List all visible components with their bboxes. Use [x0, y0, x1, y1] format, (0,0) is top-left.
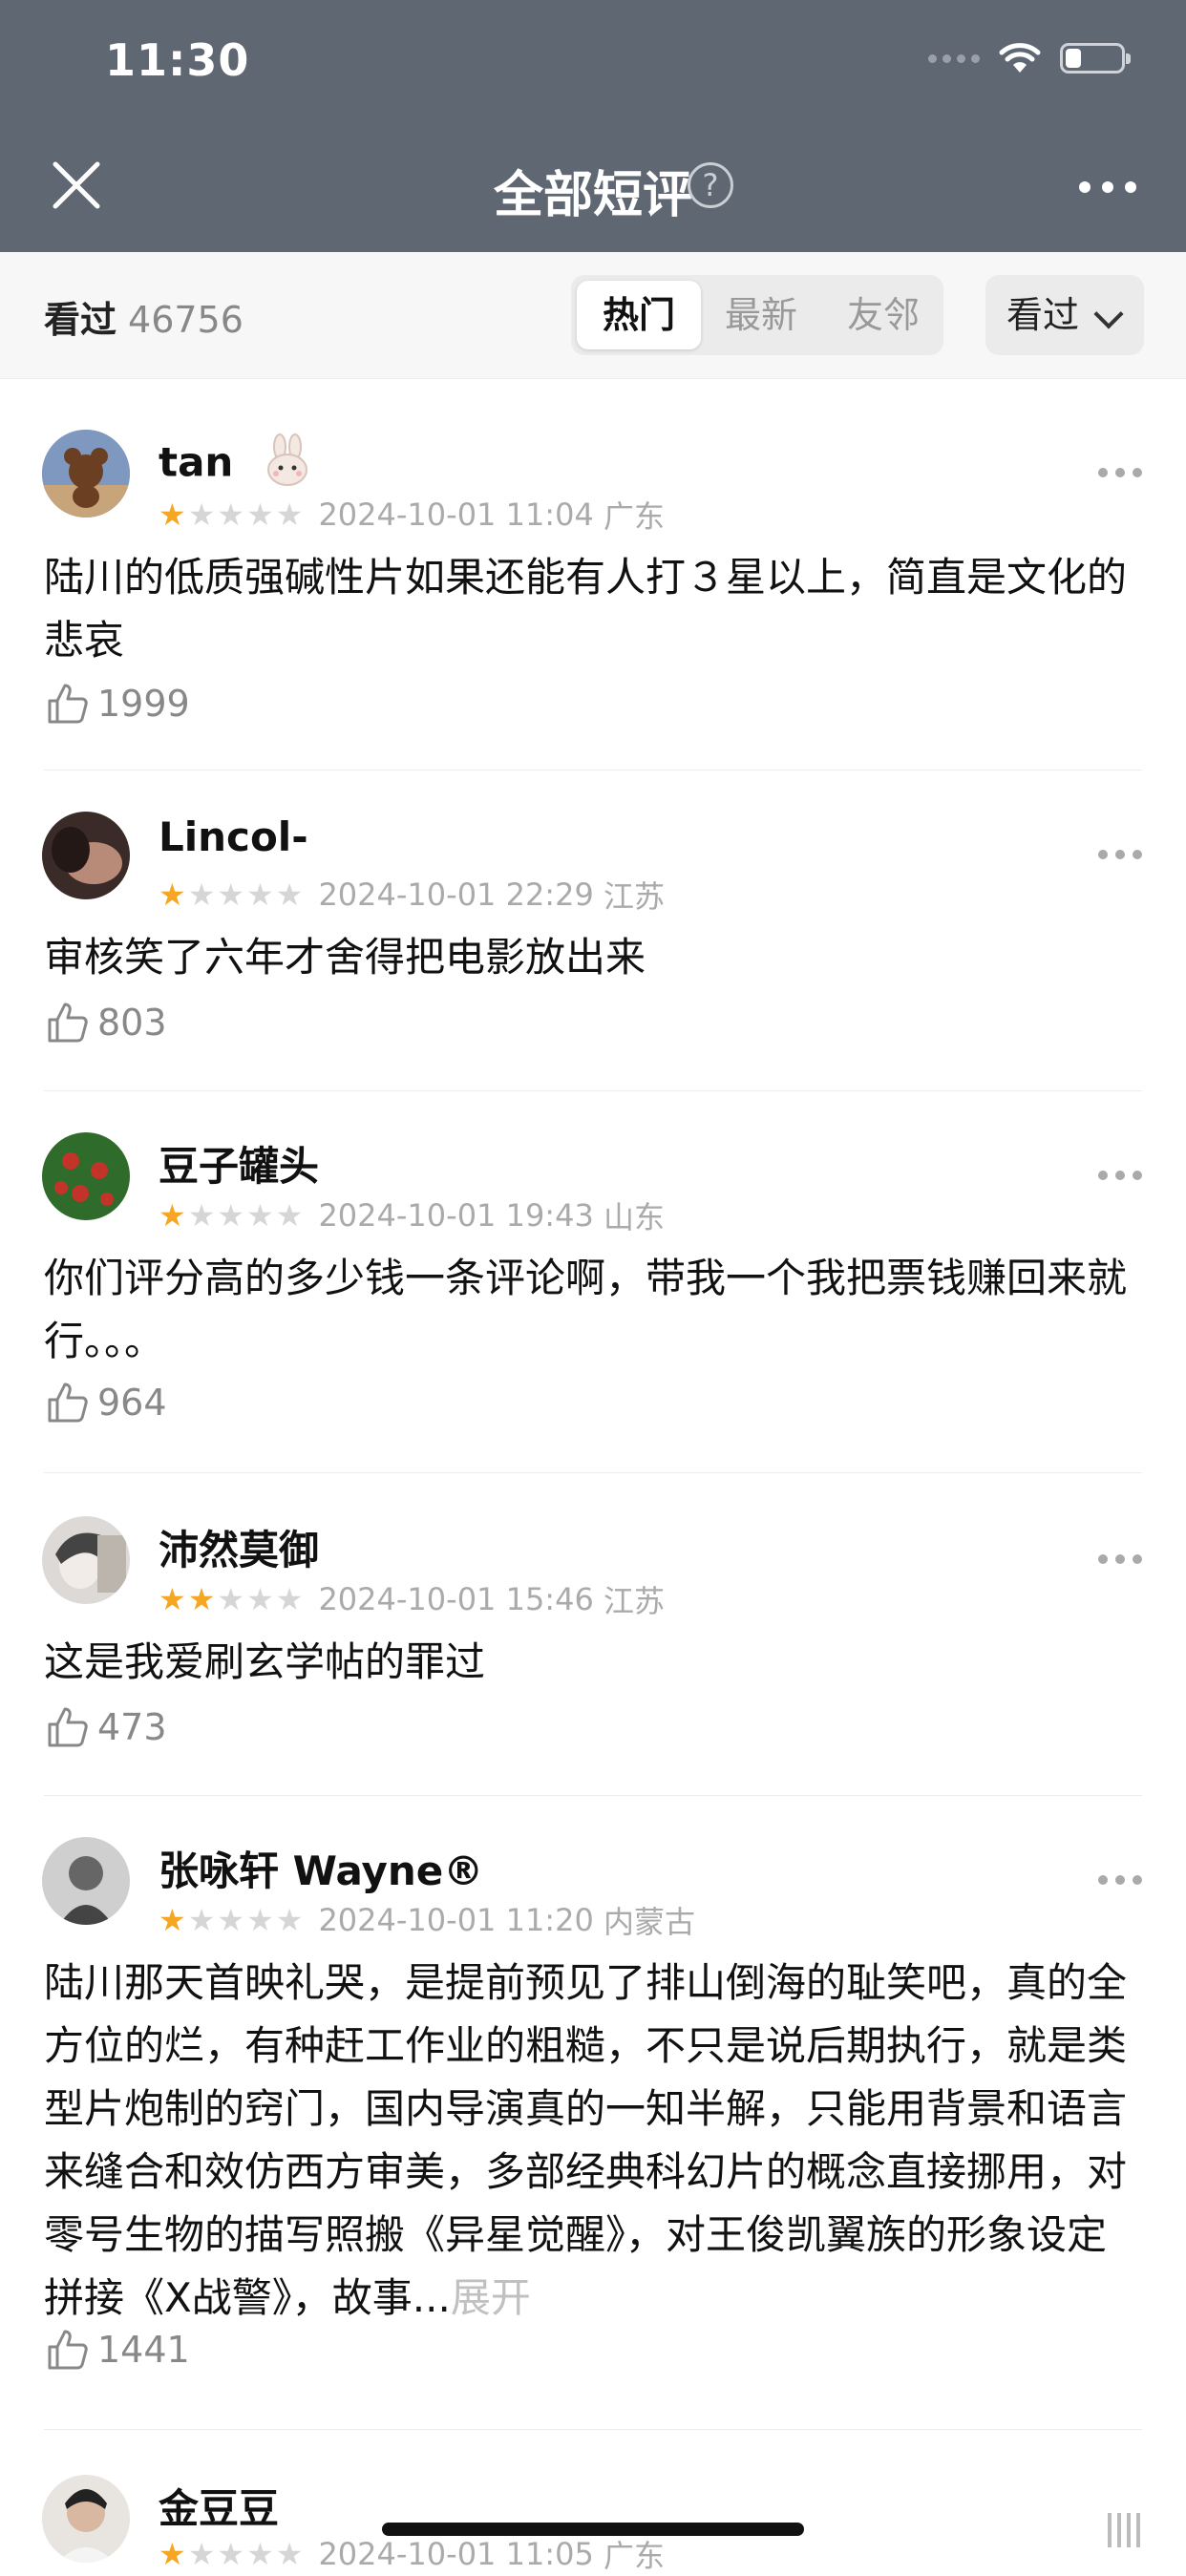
tab-hot[interactable]: 热门	[577, 281, 701, 349]
watched-label: 看过	[44, 299, 117, 341]
review-date: 2024-10-01 11:20	[318, 1902, 594, 1938]
like-button[interactable]: 473	[46, 1705, 167, 1749]
username[interactable]: 张咏轩 Wayne®	[159, 1839, 483, 1897]
avatar[interactable]	[42, 812, 130, 899]
username[interactable]: Lincol-	[159, 813, 308, 860]
like-count: 964	[97, 1382, 167, 1424]
like-button[interactable]: 1999	[46, 682, 190, 726]
wifi-icon	[999, 43, 1041, 73]
like-button[interactable]: 964	[46, 1381, 167, 1425]
review-date: 2024-10-01 11:04	[318, 496, 594, 533]
help-icon[interactable]: ?	[688, 162, 733, 208]
review-date: 2024-10-01 19:43	[318, 1197, 594, 1234]
review-text: 陆川那天首映礼哭，是提前预见了排山倒海的耻笑吧，真的全方位的烂，有种赶工作业的粗…	[44, 1952, 1142, 2330]
monochrome-portrait-avatar-icon	[42, 1837, 130, 1925]
avatar[interactable]	[42, 2475, 130, 2563]
review-meta: ★ ★ ★ ★ ★ 2024-10-01 11:05 广东	[159, 2532, 665, 2576]
review-location: 广东	[603, 2538, 665, 2574]
like-count: 1441	[97, 2329, 190, 2371]
cartoon-mouse-avatar-icon	[42, 430, 130, 517]
review-meta: ★ ★ ★ ★ ★ 2024-10-01 22:29 江苏	[159, 873, 665, 917]
star-rating: ★ ★ ★ ★ ★	[159, 496, 304, 533]
review-date: 2024-10-01 15:46	[318, 1581, 594, 1617]
cellular-signal-icon	[928, 53, 980, 63]
sort-segmented-control: 热门 最新 友邻	[571, 275, 943, 355]
username[interactable]: 金豆豆	[159, 2477, 279, 2535]
like-button[interactable]: 1441	[46, 2328, 190, 2372]
review-meta: ★ ★ ★ ★ ★ 2024-10-01 15:46 江苏	[159, 1577, 665, 1621]
review-location: 山东	[603, 1199, 665, 1235]
avatar[interactable]	[42, 1132, 130, 1220]
expand-link[interactable]: 展开	[451, 2274, 531, 2321]
star-rating: ★ ★ ★ ★ ★	[159, 1581, 304, 1617]
review-location: 内蒙古	[603, 1904, 695, 1940]
portrait-avatar-icon	[42, 2475, 130, 2563]
review-text-body: 陆川那天首映礼哭，是提前预见了排山倒海的耻笑吧，真的全方位的烂，有种赶工作业的粗…	[44, 1959, 1128, 2321]
like-count: 803	[97, 1002, 167, 1044]
star-rating: ★ ★ ★ ★ ★	[159, 876, 304, 913]
person-photo-avatar-icon	[42, 812, 130, 899]
rabbit-emoji-icon	[261, 433, 314, 496]
username[interactable]: 豆子罐头	[159, 1134, 319, 1193]
tab-latest[interactable]: 最新	[699, 275, 823, 355]
review-text: 这是我爱刷玄学帖的罪过	[44, 1638, 486, 1685]
review-text: 陆川的低质强碱性片如果还能有人打３星以上，简直是文化的悲哀	[44, 554, 1128, 664]
thumbs-up-icon	[48, 1707, 88, 1747]
home-indicator[interactable]	[382, 2523, 804, 2536]
thumbs-up-icon	[48, 2330, 88, 2370]
watched-count-label: 看过 46756	[44, 290, 244, 343]
review-date: 2024-10-01 11:05	[318, 2536, 594, 2572]
battery-icon	[1060, 43, 1131, 74]
like-count: 473	[97, 1706, 167, 1748]
filter-bar: 看过 46756 热门 最新 友邻 看过	[0, 252, 1186, 379]
avatar[interactable]	[42, 1516, 130, 1604]
review-text: 你们评分高的多少钱一条评论啊，带我一个我把票钱赚回来就行。。。	[44, 1255, 1128, 1364]
watched-dropdown-label: 看过	[1006, 294, 1080, 336]
divider	[44, 2429, 1142, 2430]
watched-count: 46756	[128, 299, 244, 341]
divider	[44, 770, 1142, 771]
watched-filter-dropdown[interactable]: 看过	[985, 275, 1144, 355]
star-rating: ★ ★ ★ ★ ★	[159, 1902, 304, 1938]
review-location: 江苏	[603, 1583, 665, 1619]
review-more-icon[interactable]	[1098, 1554, 1142, 1564]
star-rating: ★ ★ ★ ★ ★	[159, 2536, 304, 2572]
review-meta: ★ ★ ★ ★ ★ 2024-10-01 19:43 山东	[159, 1193, 665, 1237]
thumbs-up-icon	[48, 684, 88, 724]
review-more-icon[interactable]	[1098, 1171, 1142, 1180]
like-count: 1999	[97, 683, 190, 725]
review-location: 广东	[603, 498, 665, 535]
username[interactable]: tan	[159, 433, 314, 496]
top-header: 11:30 全部短评 ?	[0, 0, 1186, 252]
chevron-down-icon	[1093, 299, 1124, 329]
username[interactable]: 沛然莫御	[159, 1518, 319, 1576]
like-button[interactable]: 803	[46, 1001, 167, 1045]
divider	[44, 1795, 1142, 1796]
review-more-icon[interactable]	[1098, 850, 1142, 859]
username-text: tan	[159, 438, 234, 486]
more-options-icon[interactable]	[1079, 181, 1136, 193]
review-text: 审核笑了六年才舍得把电影放出来	[44, 934, 646, 981]
avatar[interactable]	[42, 430, 130, 517]
scroll-handle-icon	[1108, 2513, 1140, 2547]
review-more-icon[interactable]	[1098, 1875, 1142, 1885]
tab-friends[interactable]: 友邻	[821, 275, 945, 355]
plant-avatar-icon	[42, 1132, 130, 1220]
divider	[44, 1090, 1142, 1091]
avatar[interactable]	[42, 1837, 130, 1925]
review-location: 江苏	[603, 878, 665, 915]
status-time: 11:30	[105, 34, 250, 86]
star-rating: ★ ★ ★ ★ ★	[159, 1197, 304, 1234]
anime-avatar-icon	[42, 1516, 130, 1604]
review-meta: ★ ★ ★ ★ ★ 2024-10-01 11:04 广东	[159, 493, 665, 537]
review-meta: ★ ★ ★ ★ ★ 2024-10-01 11:20 内蒙古	[159, 1898, 695, 1942]
thumbs-up-icon	[48, 1383, 88, 1423]
thumbs-up-icon	[48, 1003, 88, 1043]
status-icons	[928, 42, 1131, 74]
review-more-icon[interactable]	[1098, 468, 1142, 477]
divider	[44, 1472, 1142, 1473]
review-date: 2024-10-01 22:29	[318, 876, 594, 913]
page-title: 全部短评	[493, 167, 692, 224]
